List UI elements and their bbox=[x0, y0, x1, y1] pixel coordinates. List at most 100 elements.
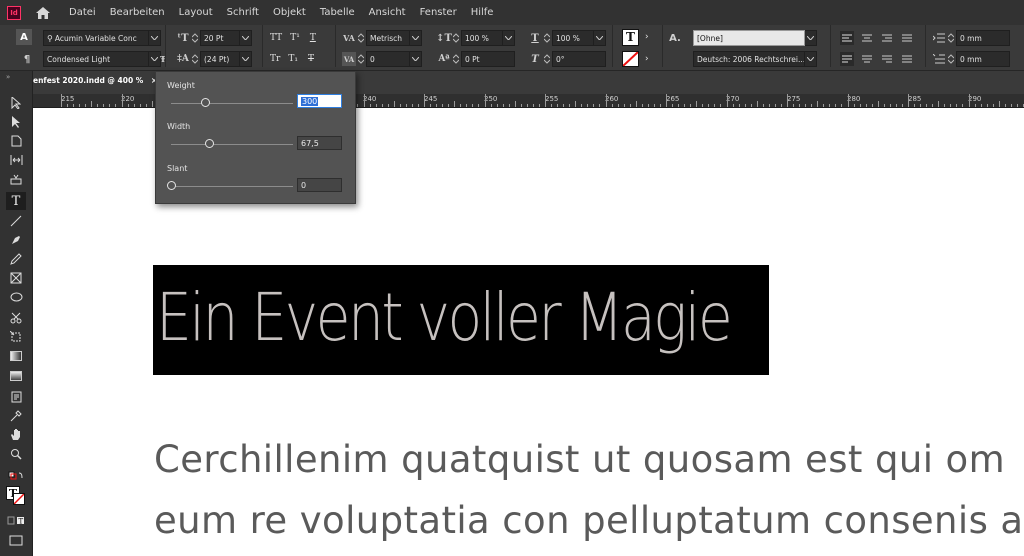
zoom-tool-icon[interactable] bbox=[6, 445, 26, 463]
hand-tool-icon[interactable] bbox=[6, 426, 26, 444]
stroke-none-icon[interactable] bbox=[622, 51, 639, 67]
width-slider-thumb[interactable] bbox=[204, 139, 214, 148]
chevron-down-icon[interactable] bbox=[805, 30, 817, 46]
menu-bearbeiten[interactable]: Bearbeiten bbox=[108, 7, 167, 18]
width-field[interactable]: 67,5 bbox=[297, 136, 342, 150]
left-indent-stepper[interactable] bbox=[946, 30, 956, 46]
stroke-icon[interactable] bbox=[13, 493, 25, 505]
pencil-tool-icon[interactable] bbox=[6, 250, 26, 268]
chevron-down-icon[interactable] bbox=[594, 30, 606, 46]
chevron-down-icon[interactable] bbox=[410, 51, 422, 67]
content-collector-tool-icon[interactable] bbox=[6, 170, 26, 188]
chevron-down-icon[interactable] bbox=[805, 51, 817, 67]
baseline-shift-field[interactable]: 0 Pt bbox=[461, 51, 515, 67]
justify-center-icon[interactable] bbox=[860, 52, 874, 66]
chevron-down-icon[interactable] bbox=[503, 30, 515, 46]
slant-slider-track[interactable] bbox=[171, 186, 293, 187]
character-mode-icon[interactable]: A bbox=[16, 29, 32, 45]
document-tab[interactable]: enfest 2020.indd @ 400 % × bbox=[33, 76, 157, 85]
first-line-indent-stepper[interactable] bbox=[946, 51, 956, 67]
menu-tabelle[interactable]: Tabelle bbox=[318, 7, 357, 18]
language-dropdown[interactable]: Deutsch: 2006 Rechtschrei... bbox=[693, 51, 805, 67]
justify-all-icon[interactable] bbox=[900, 52, 914, 66]
slant-field[interactable]: 0 bbox=[297, 178, 342, 192]
scissors-tool-icon[interactable] bbox=[6, 309, 26, 327]
baseline-shift-stepper[interactable] bbox=[451, 51, 461, 67]
menu-datei[interactable]: Datei bbox=[67, 7, 98, 18]
chevron-right-icon[interactable]: › bbox=[645, 54, 649, 64]
paragraph-mode-icon[interactable]: ¶ bbox=[20, 52, 34, 66]
horizontal-scale-field[interactable]: 100 % bbox=[552, 30, 594, 46]
character-style-dropdown[interactable]: [Ohne] bbox=[693, 30, 805, 46]
collapse-icon[interactable]: » bbox=[6, 73, 10, 81]
first-line-indent-field[interactable]: 0 mm bbox=[956, 51, 1010, 67]
leading-stepper[interactable] bbox=[190, 51, 200, 67]
justify-left-icon[interactable] bbox=[840, 52, 854, 66]
superscript-button[interactable]: T¹ bbox=[290, 33, 300, 43]
width-slider-track[interactable] bbox=[171, 144, 293, 145]
free-transform-tool-icon[interactable] bbox=[6, 328, 26, 346]
chevron-down-icon[interactable] bbox=[240, 30, 252, 46]
gradient-feather-tool-icon[interactable] bbox=[6, 367, 26, 385]
fill-text-icon[interactable]: T bbox=[622, 28, 639, 46]
font-family-dropdown[interactable]: ⚲ Acumin Variable Conc bbox=[43, 30, 149, 46]
subscript-button[interactable]: T₁ bbox=[288, 54, 298, 64]
vertical-scale-stepper[interactable] bbox=[451, 30, 461, 46]
direct-selection-tool-icon[interactable] bbox=[6, 113, 26, 131]
small-caps-button[interactable]: Tr bbox=[270, 54, 280, 64]
justify-right-icon[interactable] bbox=[880, 52, 894, 66]
fill-stroke-swatch[interactable]: T bbox=[6, 484, 26, 508]
line-tool-icon[interactable] bbox=[6, 212, 26, 230]
all-caps-button[interactable]: TT bbox=[270, 33, 282, 43]
tracking-stepper[interactable] bbox=[356, 51, 366, 67]
font-size-field[interactable]: 20 Pt bbox=[200, 30, 240, 46]
headline-text-frame[interactable]: Ein Event voller Magie bbox=[153, 265, 769, 375]
menu-layout[interactable]: Layout bbox=[177, 7, 215, 18]
strikethrough-button[interactable]: T bbox=[308, 54, 314, 64]
align-center-icon[interactable] bbox=[860, 31, 874, 45]
font-size-stepper[interactable] bbox=[190, 30, 200, 46]
menu-hilfe[interactable]: Hilfe bbox=[469, 7, 496, 18]
gap-tool-icon[interactable] bbox=[6, 151, 26, 169]
rectangle-frame-tool-icon[interactable] bbox=[6, 269, 26, 287]
menu-fenster[interactable]: Fenster bbox=[418, 7, 459, 18]
pen-tool-icon[interactable] bbox=[6, 231, 26, 249]
formatting-container-icon[interactable]: T bbox=[6, 512, 26, 530]
slant-slider-thumb[interactable] bbox=[167, 181, 176, 190]
eyedropper-tool-icon[interactable] bbox=[6, 407, 26, 425]
kerning-stepper[interactable] bbox=[356, 30, 366, 46]
leading-field[interactable]: (24 Pt) bbox=[200, 51, 240, 67]
kerning-field[interactable]: Metrisch bbox=[366, 30, 410, 46]
menu-ansicht[interactable]: Ansicht bbox=[367, 7, 408, 18]
skew-field[interactable]: 0° bbox=[552, 51, 606, 67]
chevron-down-icon[interactable] bbox=[240, 51, 252, 67]
screen-mode-icon[interactable] bbox=[6, 531, 26, 549]
skew-stepper[interactable] bbox=[542, 51, 552, 67]
ellipse-tool-icon[interactable] bbox=[6, 288, 26, 306]
weight-slider-track[interactable] bbox=[171, 103, 293, 104]
horizontal-scale-stepper[interactable] bbox=[542, 30, 552, 46]
variable-font-icon[interactable]: Ŧ bbox=[156, 52, 170, 66]
default-colors-icon[interactable] bbox=[6, 467, 26, 485]
chevron-down-icon[interactable] bbox=[410, 30, 422, 46]
align-left-icon[interactable] bbox=[840, 31, 854, 45]
underline-button[interactable]: T bbox=[310, 33, 316, 43]
vertical-scale-field[interactable]: 100 % bbox=[461, 30, 503, 46]
weight-field[interactable]: 300 bbox=[297, 94, 342, 108]
note-tool-icon[interactable] bbox=[6, 388, 26, 406]
selection-tool-icon[interactable] bbox=[6, 94, 26, 112]
align-right-icon[interactable] bbox=[880, 31, 894, 45]
body-text-line[interactable]: Cerchillenim quatquist ut quosam est qui… bbox=[154, 438, 1005, 481]
tracking-field[interactable]: 0 bbox=[366, 51, 410, 67]
page-tool-icon[interactable] bbox=[6, 132, 26, 150]
font-style-dropdown[interactable]: Condensed Light bbox=[43, 51, 149, 67]
type-tool-icon[interactable]: T bbox=[6, 192, 26, 210]
chevron-down-icon[interactable] bbox=[149, 30, 161, 46]
body-text-line[interactable]: eum re voluptatia con pelluptatum consen… bbox=[154, 499, 1024, 542]
menu-schrift[interactable]: Schrift bbox=[225, 7, 261, 18]
weight-slider-thumb[interactable] bbox=[201, 98, 211, 107]
home-icon[interactable] bbox=[35, 6, 51, 20]
menu-objekt[interactable]: Objekt bbox=[271, 7, 308, 18]
left-indent-field[interactable]: 0 mm bbox=[956, 30, 1010, 46]
gradient-swatch-tool-icon[interactable] bbox=[6, 347, 26, 365]
